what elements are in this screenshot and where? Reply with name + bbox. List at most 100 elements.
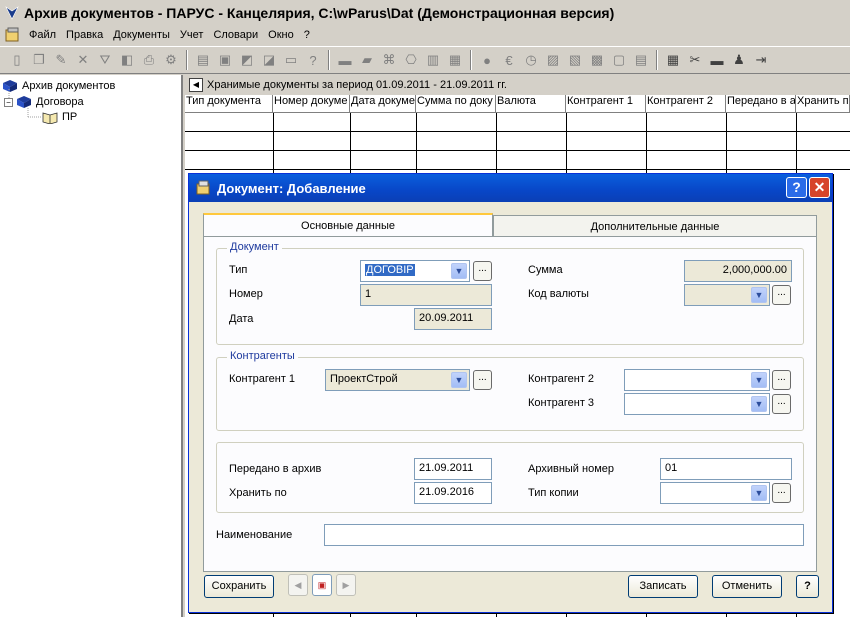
new-doc-icon[interactable]: ▯ <box>8 51 26 69</box>
type-select[interactable]: ДОГОВІР ▼ <box>360 260 470 282</box>
messages-icon[interactable]: ▰ <box>358 51 376 69</box>
type-label: Тип <box>229 264 248 276</box>
chevron-down-icon[interactable]: ▼ <box>751 287 767 303</box>
transferred-date-field[interactable]: 21.09.2011 <box>414 458 492 480</box>
time-icon[interactable]: ◷ <box>522 51 540 69</box>
number-field[interactable]: 1 <box>360 284 492 306</box>
tree-lines <box>8 89 42 118</box>
menu-accounting[interactable]: Учет <box>175 29 209 41</box>
contractor3-lookup-button[interactable]: ... <box>772 394 791 414</box>
tab-main-data[interactable]: Основные данные <box>203 213 493 238</box>
contractor3-select[interactable]: ▼ <box>624 393 770 415</box>
column-header[interactable]: Сумма по доку <box>416 95 496 113</box>
list-icon[interactable]: ▤ <box>194 51 212 69</box>
chevron-down-icon[interactable]: ▼ <box>751 372 767 388</box>
archive-number-field[interactable]: 01 <box>660 458 792 480</box>
currency-lookup-button[interactable]: ... <box>772 285 791 305</box>
binder-icon[interactable]: ▩ <box>588 51 606 69</box>
comment-icon[interactable]: ▬ <box>336 51 354 69</box>
window-title-bar: Архив документов - ПАРУС - Канцелярия, C… <box>0 0 850 25</box>
tools-icon[interactable]: ✂ <box>686 51 704 69</box>
write-button[interactable]: Записать <box>628 575 698 598</box>
tab-additional-data[interactable]: Дополнительные данные <box>493 215 817 237</box>
book-icon[interactable]: ▨ <box>544 51 562 69</box>
title-help-button[interactable]: ? <box>786 177 807 198</box>
type-lookup-button[interactable]: ... <box>473 261 492 281</box>
folder-icon[interactable]: ▭ <box>282 51 300 69</box>
box-icon[interactable]: ▦ <box>446 51 464 69</box>
edit-icon[interactable]: ✎ <box>52 51 70 69</box>
menu-help[interactable]: ? <box>299 29 315 41</box>
stamp-icon[interactable]: ⎔ <box>402 51 420 69</box>
menu-dictionaries[interactable]: Словари <box>208 29 263 41</box>
help-button[interactable]: ? <box>796 575 819 598</box>
document-group: Документ Тип ДОГОВІР ▼ ... Номер 1 Дата … <box>216 241 804 345</box>
column-header[interactable]: Тип документа <box>185 95 273 113</box>
copy-icon[interactable]: ❐ <box>30 51 48 69</box>
export-icon[interactable]: ◩ <box>238 51 256 69</box>
next-record-icon[interactable]: ▶ <box>336 574 356 596</box>
document-icon <box>196 180 210 195</box>
title-close-button[interactable]: ✕ <box>809 177 830 198</box>
column-header[interactable]: Валюта <box>496 95 566 113</box>
folders-icon[interactable]: ▬ <box>708 51 726 69</box>
cancel-button[interactable]: Отменить <box>712 575 782 598</box>
column-header[interactable]: Контрагент 1 <box>566 95 646 113</box>
menu-edit[interactable]: Правка <box>61 29 108 41</box>
exit-icon[interactable]: ⇥ <box>752 51 770 69</box>
new-record-icon[interactable]: ▣ <box>312 574 332 596</box>
column-header[interactable]: Номер докуме <box>273 95 350 113</box>
user-icon[interactable]: ● <box>478 51 496 69</box>
menu-window[interactable]: Окно <box>263 29 299 41</box>
toolbar-separator <box>186 50 188 70</box>
currency-icon[interactable]: € <box>500 51 518 69</box>
tray-icon[interactable]: ▢ <box>610 51 628 69</box>
menu-file[interactable]: Файл <box>24 29 61 41</box>
mark-icon[interactable]: ◧ <box>118 51 136 69</box>
contractor2-lookup-button[interactable]: ... <box>772 370 791 390</box>
currency-select[interactable]: ▼ <box>684 284 770 306</box>
calculator-icon[interactable]: ▦ <box>664 51 682 69</box>
chevron-down-icon[interactable]: ▼ <box>751 396 767 412</box>
sum-field[interactable]: 2,000,000.00 <box>684 260 792 282</box>
collapse-left-icon[interactable]: ◀ <box>189 78 203 92</box>
view-icon[interactable]: ▣ <box>216 51 234 69</box>
column-header[interactable]: Дата докуме <box>350 95 416 113</box>
copy-type-lookup-button[interactable]: ... <box>772 483 791 503</box>
delete-icon[interactable]: ✕ <box>74 51 92 69</box>
transferred-label: Передано в архив <box>229 463 322 475</box>
dialog-title-bar: Документ: Добавление <box>189 174 832 202</box>
info-icon[interactable]: ? <box>304 51 322 69</box>
archive-icon[interactable]: ▥ <box>424 51 442 69</box>
prev-record-icon[interactable]: ◀ <box>288 574 308 596</box>
print-icon[interactable]: ⎙ <box>140 51 158 69</box>
report-icon[interactable]: ▤ <box>632 51 650 69</box>
user-check-icon[interactable]: ♟ <box>730 51 748 69</box>
group-legend: Документ <box>227 241 282 253</box>
column-header[interactable]: Хранить по <box>796 95 850 113</box>
settings-icon[interactable]: ⚙ <box>162 51 180 69</box>
name-field[interactable] <box>324 524 804 546</box>
column-header[interactable]: Контрагент 2 <box>646 95 726 113</box>
chevron-down-icon[interactable]: ▼ <box>751 485 767 501</box>
contractor1-lookup-button[interactable]: ... <box>473 370 492 390</box>
stack-icon[interactable]: ◪ <box>260 51 278 69</box>
chevron-down-icon[interactable]: ▼ <box>451 372 467 388</box>
contractor2-select[interactable]: ▼ <box>624 369 770 391</box>
toolbar: ▯ ❐ ✎ ✕ ⛛ ◧ ⎙ ⚙ ▤ ▣ ◩ ◪ ▭ ? ▬ ▰ ⌘ ⎔ ▥ ▦ … <box>0 46 850 74</box>
cards-icon[interactable]: ▧ <box>566 51 584 69</box>
save-button[interactable]: Сохранить <box>204 575 274 598</box>
contractor1-select[interactable]: ПроектСтрой ▼ <box>325 369 470 391</box>
window-title: Архив документов - ПАРУС - Канцелярия, C… <box>24 4 615 21</box>
sum-label: Сумма <box>528 264 563 276</box>
keep-until-label: Хранить по <box>229 487 287 499</box>
attach-icon[interactable]: ⌘ <box>380 51 398 69</box>
copy-type-select[interactable]: ▼ <box>660 482 770 504</box>
contractor1-value: ПроектСтрой <box>330 373 398 385</box>
menu-documents[interactable]: Документы <box>108 29 175 41</box>
date-field[interactable]: 20.09.2011 <box>414 308 492 330</box>
chevron-down-icon[interactable]: ▼ <box>451 263 467 279</box>
keep-until-date-field[interactable]: 21.09.2016 <box>414 482 492 504</box>
filter-icon[interactable]: ⛛ <box>96 51 114 69</box>
column-header[interactable]: Передано в ар <box>726 95 796 113</box>
